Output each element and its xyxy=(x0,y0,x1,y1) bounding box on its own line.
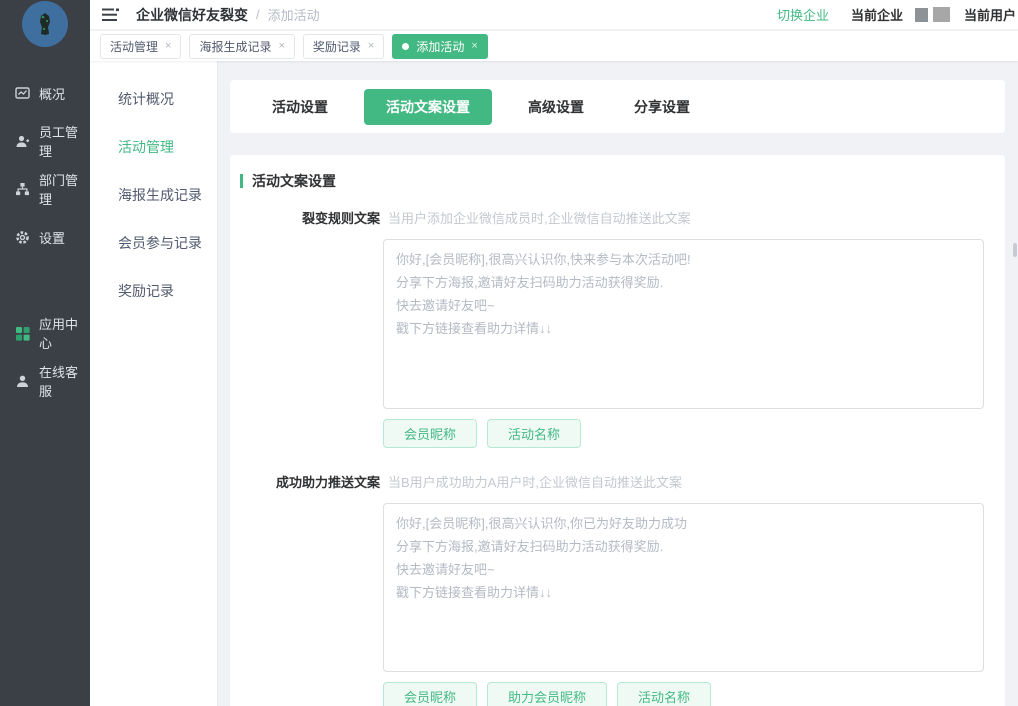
tab-chip-poster-records[interactable]: 海报生成记录 × xyxy=(189,34,294,59)
insert-variable-buttons: 会员昵称 活动名称 xyxy=(383,419,1005,448)
section-header: 活动文案设置 xyxy=(240,171,1005,191)
tab-advanced-settings[interactable]: 高级设置 xyxy=(514,89,598,125)
current-company-label: 当前企业 xyxy=(851,5,903,24)
sidebar-item-label: 部门管理 xyxy=(39,170,90,208)
app-window: 概况 员工管理 部门管理 设置 xyxy=(0,0,1018,706)
sidebar-item-settings[interactable]: 设置 xyxy=(0,213,90,261)
sidebar-item-label: 概况 xyxy=(39,84,65,103)
switch-company-link[interactable]: 切换企业 xyxy=(777,5,829,24)
secondary-sidebar: 统计概况 活动管理 海报生成记录 会员参与记录 奖励记录 xyxy=(90,61,218,706)
submenu-item-statistics[interactable]: 统计概况 xyxy=(90,75,217,123)
customer-service-icon xyxy=(15,374,30,389)
fission-rule-copy-field-row: 裂变规则文案 当用户添加企业微信成员时,企业微信自动推送此文案 xyxy=(230,208,1005,227)
submenu-item-label: 海报生成记录 xyxy=(118,185,202,205)
settings-tabs-card: 活动设置 活动文案设置 高级设置 分享设置 xyxy=(230,80,1005,133)
breadcrumb-root[interactable]: 企业微信好友裂变 xyxy=(136,5,248,25)
member-nickname-button[interactable]: 会员昵称 xyxy=(383,419,477,448)
app-center-icon xyxy=(15,326,30,341)
sidebar-item-overview[interactable]: 概况 xyxy=(0,69,90,117)
employee-icon xyxy=(15,134,30,149)
submenu-item-poster-records[interactable]: 海报生成记录 xyxy=(90,171,217,219)
member-nickname-button[interactable]: 会员昵称 xyxy=(383,682,477,706)
sidebar-item-label: 设置 xyxy=(39,228,65,247)
primary-nav: 概况 员工管理 部门管理 设置 xyxy=(0,69,90,405)
sidebar-item-label: 在线客服 xyxy=(39,362,90,400)
section-accent-bar xyxy=(240,174,243,188)
close-icon[interactable]: × xyxy=(471,40,477,52)
active-dot-icon xyxy=(402,43,409,50)
submenu-item-activity-management[interactable]: 活动管理 xyxy=(90,123,217,171)
company-logo xyxy=(22,1,68,47)
vertical-scrollbar-thumb[interactable] xyxy=(1013,243,1017,257)
tab-chip-reward-records[interactable]: 奖励记录 × xyxy=(303,34,384,59)
assist-success-copy-field-row: 成功助力推送文案 当B用户成功助力A用户时,企业微信自动推送此文案 xyxy=(230,472,1005,491)
sidebar-item-label: 员工管理 xyxy=(39,122,90,160)
submenu-item-reward-records[interactable]: 奖励记录 xyxy=(90,267,217,315)
breadcrumb-current: 添加活动 xyxy=(268,5,320,24)
sidebar-item-customer-service[interactable]: 在线客服 xyxy=(0,357,90,405)
sidebar-item-label: 应用中心 xyxy=(39,314,90,352)
activity-name-button[interactable]: 活动名称 xyxy=(487,419,581,448)
header-actions: 切换企业 当前企业 当前用户 xyxy=(777,5,1016,24)
field-hint: 当用户添加企业微信成员时,企业微信自动推送此文案 xyxy=(388,208,691,227)
submenu-item-label: 会员参与记录 xyxy=(118,233,202,253)
activity-name-button[interactable]: 活动名称 xyxy=(617,682,711,706)
close-icon[interactable]: × xyxy=(368,40,374,52)
submenu-item-label: 活动管理 xyxy=(118,137,174,157)
top-header: 企业微信好友裂变 / 添加活动 切换企业 当前企业 当前用户 xyxy=(90,0,1018,30)
assist-success-copy-textarea[interactable]: 你好,[会员昵称],很高兴认识你,你已为好友助力成功 分享下方海报,邀请好友扫码… xyxy=(383,503,984,672)
sidebar-item-departments[interactable]: 部门管理 xyxy=(0,165,90,213)
department-icon xyxy=(15,182,30,197)
activity-copy-form-card: 活动文案设置 裂变规则文案 当用户添加企业微信成员时,企业微信自动推送此文案 你… xyxy=(230,155,1005,706)
primary-sidebar: 概况 员工管理 部门管理 设置 xyxy=(0,0,90,706)
tab-activity-settings[interactable]: 活动设置 xyxy=(258,89,342,125)
sidebar-item-app-center[interactable]: 应用中心 xyxy=(0,309,90,357)
tab-chip-activity-management[interactable]: 活动管理 × xyxy=(100,34,181,59)
close-icon[interactable]: × xyxy=(278,40,284,52)
breadcrumb: 企业微信好友裂变 / 添加活动 xyxy=(136,5,320,25)
tab-share-settings[interactable]: 分享设置 xyxy=(620,89,704,125)
open-tabs-bar: 活动管理 × 海报生成记录 × 奖励记录 × 添加活动 × xyxy=(90,31,1018,61)
section-title: 活动文案设置 xyxy=(252,171,336,191)
field-label: 成功助力推送文案 xyxy=(230,472,380,491)
submenu-item-member-participation[interactable]: 会员参与记录 xyxy=(90,219,217,267)
tab-chip-label: 活动管理 xyxy=(110,38,158,55)
submenu-item-label: 统计概况 xyxy=(118,89,174,109)
field-hint: 当B用户成功助力A用户时,企业微信自动推送此文案 xyxy=(388,472,682,491)
company-name-redacted-block xyxy=(915,8,928,22)
sidebar-item-employees[interactable]: 员工管理 xyxy=(0,117,90,165)
collapse-menu-icon[interactable] xyxy=(102,8,120,22)
field-label: 裂变规则文案 xyxy=(230,208,380,227)
company-avatar-redacted-block xyxy=(933,7,950,22)
close-icon[interactable]: × xyxy=(165,40,171,52)
assist-member-nickname-button[interactable]: 助力会员昵称 xyxy=(487,682,607,706)
tab-chip-label: 海报生成记录 xyxy=(199,38,271,55)
logo-emblem-icon xyxy=(35,12,55,36)
current-user-label: 当前用户 xyxy=(964,5,1016,24)
fission-rule-copy-textarea[interactable]: 你好,[会员昵称],很高兴认识你,快来参与本次活动吧! 分享下方海报,邀请好友扫… xyxy=(383,239,984,409)
tab-activity-copy-settings[interactable]: 活动文案设置 xyxy=(364,89,492,125)
settings-icon xyxy=(15,230,30,245)
breadcrumb-separator: / xyxy=(256,7,260,22)
insert-variable-buttons: 会员昵称 助力会员昵称 活动名称 xyxy=(383,682,1005,706)
tab-chip-label: 奖励记录 xyxy=(313,38,361,55)
submenu-item-label: 奖励记录 xyxy=(118,281,174,301)
tab-chip-add-activity[interactable]: 添加活动 × xyxy=(392,34,487,59)
tab-chip-label: 添加活动 xyxy=(416,38,464,55)
dashboard-icon xyxy=(15,86,30,101)
